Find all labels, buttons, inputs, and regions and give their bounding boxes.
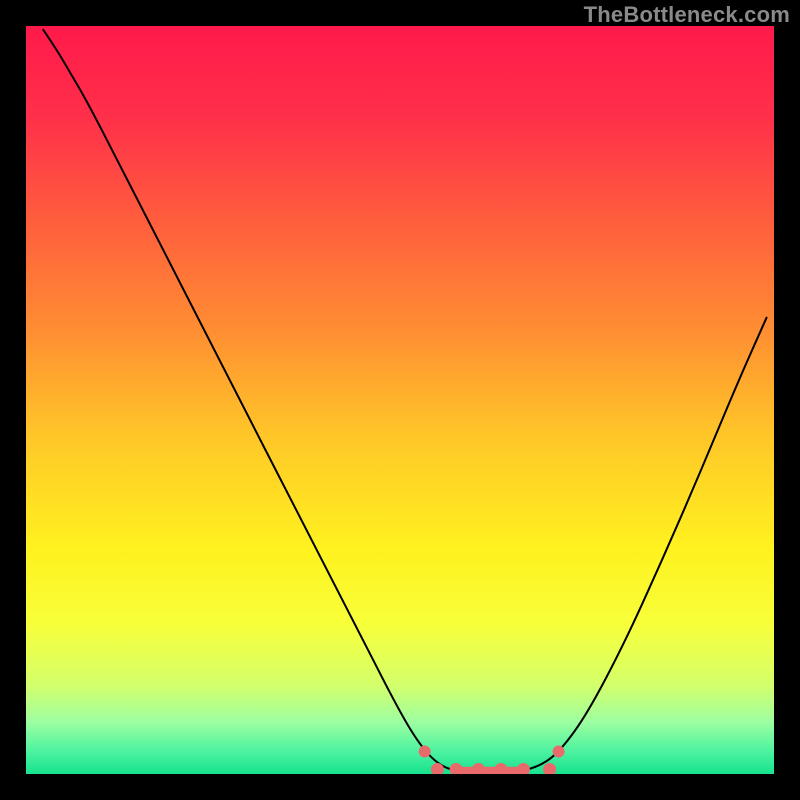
watermark-text: TheBottleneck.com xyxy=(584,2,790,28)
gradient-background xyxy=(26,26,774,774)
plot-area xyxy=(26,26,774,774)
chart-svg xyxy=(26,26,774,774)
chart-frame: TheBottleneck.com xyxy=(0,0,800,800)
